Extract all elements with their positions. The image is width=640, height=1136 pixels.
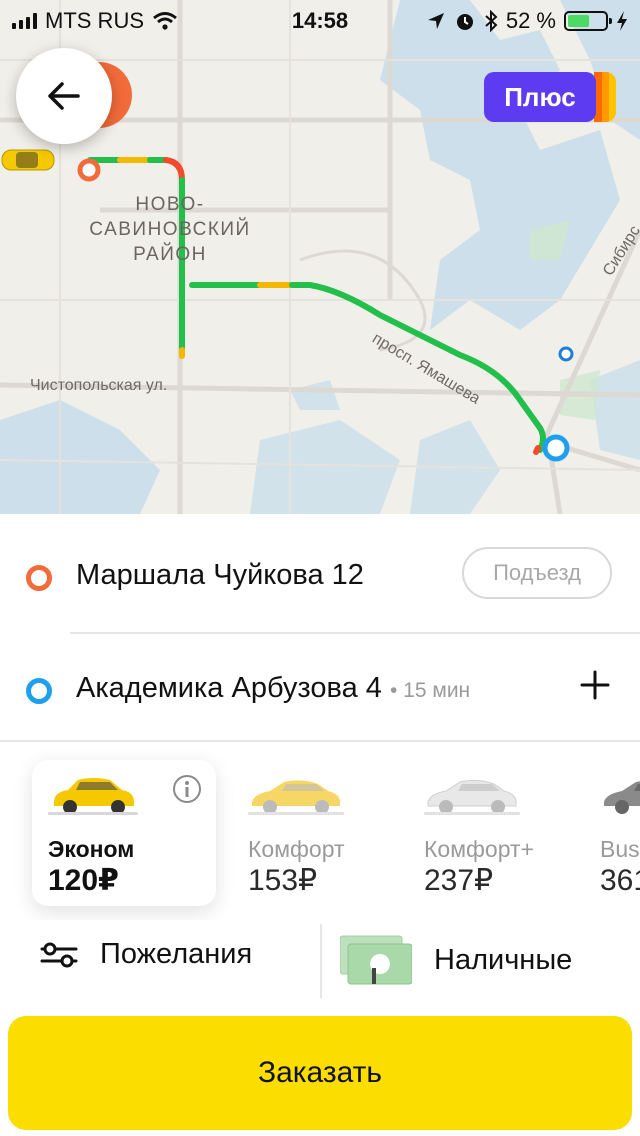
plus-badge-stripes <box>594 72 616 122</box>
car-business-icon <box>604 781 640 814</box>
car-econom-icon <box>48 778 138 815</box>
arrow-left-icon <box>48 82 80 110</box>
plus-subscription-badge[interactable]: Плюс <box>484 72 596 122</box>
tariff-card-comfort-plus[interactable]: Комфорт+ 237₽ <box>408 760 592 906</box>
tariff-name: Эконом <box>48 836 135 862</box>
tariff-price: 120₽ <box>48 864 119 897</box>
back-button[interactable] <box>16 48 112 144</box>
charging-icon <box>617 11 627 31</box>
tariff-card-business[interactable]: Business 361₽ <box>584 760 640 906</box>
street-label-chistopolskaya: Чистопольская ул. <box>30 377 168 394</box>
car-comfort-plus-icon <box>424 779 520 815</box>
entrance-button[interactable]: Подъезд <box>462 547 612 599</box>
cash-icon <box>340 935 412 985</box>
tariff-name: Business <box>600 836 640 862</box>
sliders-icon <box>40 942 78 967</box>
plus-icon[interactable] <box>580 670 610 700</box>
battery-icon <box>564 11 612 31</box>
bluetooth-icon <box>485 10 498 32</box>
order-options-bar: Пожелания Наличные <box>0 924 640 1000</box>
trip-eta: • 15 мин <box>390 679 471 702</box>
destination-address-row[interactable]: Академика Арбузова 4 • 15 мин <box>0 640 640 740</box>
divider <box>70 632 640 634</box>
district-label: НОВО- САВИНОВСКИЙ РАЙОН <box>89 194 251 265</box>
car-comfort-icon <box>248 780 344 815</box>
tariff-card-comfort[interactable]: Комфорт 153₽ <box>232 760 416 906</box>
battery-percent: 52 % <box>505 8 556 33</box>
payment-method-button[interactable]: Наличные <box>340 934 572 986</box>
tariff-price: 361₽ <box>600 864 640 897</box>
alarm-icon <box>456 14 473 30</box>
info-icon[interactable] <box>172 774 202 804</box>
divider <box>320 924 322 998</box>
tariff-price: 153₽ <box>248 864 318 897</box>
tariff-carousel[interactable]: Эконом 120₽ Комфорт 153₽ Комфорт+ 237₽ B… <box>0 742 640 920</box>
tariff-price: 237₽ <box>424 864 494 897</box>
tariff-name: Комфорт+ <box>424 836 534 862</box>
tariff-card-econom[interactable]: Эконом 120₽ <box>32 760 216 906</box>
pickup-dot-icon <box>26 565 52 591</box>
pickup-address: Маршала Чуйкова 12 <box>76 559 364 591</box>
destination-address-line: Академика Арбузова 4 • 15 мин <box>76 672 470 705</box>
pickup-address-row[interactable]: Маршала Чуйкова 12 Подъезд <box>0 527 640 627</box>
payment-label: Наличные <box>434 943 573 976</box>
status-bar: MTS RUS 14:58 52 % <box>0 0 640 40</box>
location-arrow-icon <box>427 13 444 29</box>
order-button[interactable]: Заказать <box>8 1016 632 1130</box>
wishes-button[interactable]: Пожелания <box>40 938 252 971</box>
destination-address: Академика Арбузова 4 <box>76 672 382 704</box>
map-view[interactable]: НОВО- САВИНОВСКИЙ РАЙОН Чистопольская ул… <box>0 0 640 514</box>
tariff-name: Комфорт <box>248 836 345 862</box>
wishes-label: Пожелания <box>100 938 253 970</box>
destination-dot-icon <box>26 678 52 704</box>
